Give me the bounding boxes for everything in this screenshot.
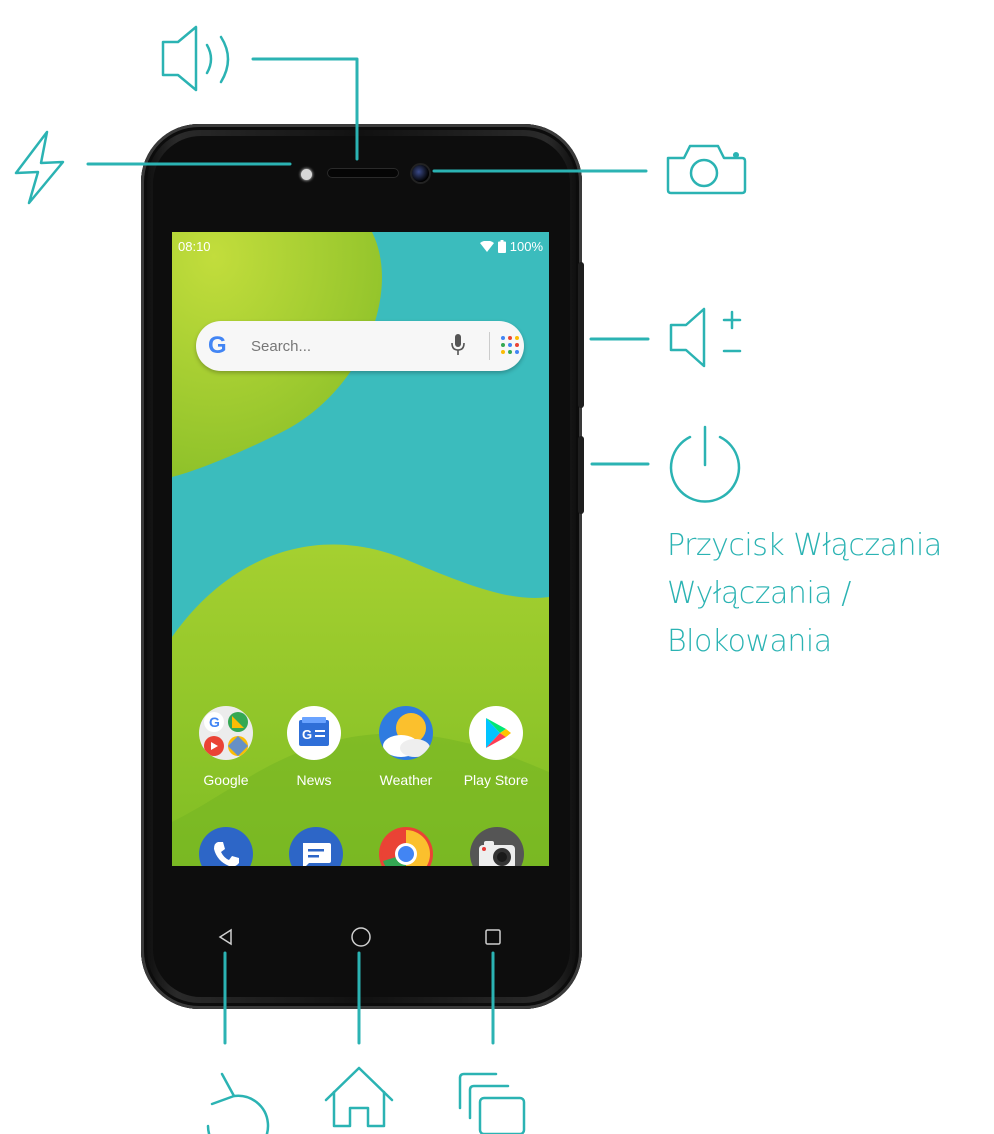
earpiece-callout-line xyxy=(251,57,359,161)
power-label-line-3: Blokowania xyxy=(667,624,832,659)
power-label-line-2: Wyłączania / xyxy=(667,576,851,611)
power-button-label: Przycisk Włączania Wyłączania / Blokowan… xyxy=(667,522,942,666)
volume-rocker-icon xyxy=(669,307,742,368)
power-label-line-1: Przycisk Włączania xyxy=(667,528,942,563)
speaker-icon xyxy=(161,25,230,92)
house-icon xyxy=(324,1066,394,1128)
power-icon xyxy=(669,425,741,503)
camera-icon xyxy=(666,144,747,195)
undo-arrow-icon xyxy=(206,1072,270,1134)
stacked-windows-icon xyxy=(458,1072,526,1134)
flash-icon xyxy=(14,130,65,205)
